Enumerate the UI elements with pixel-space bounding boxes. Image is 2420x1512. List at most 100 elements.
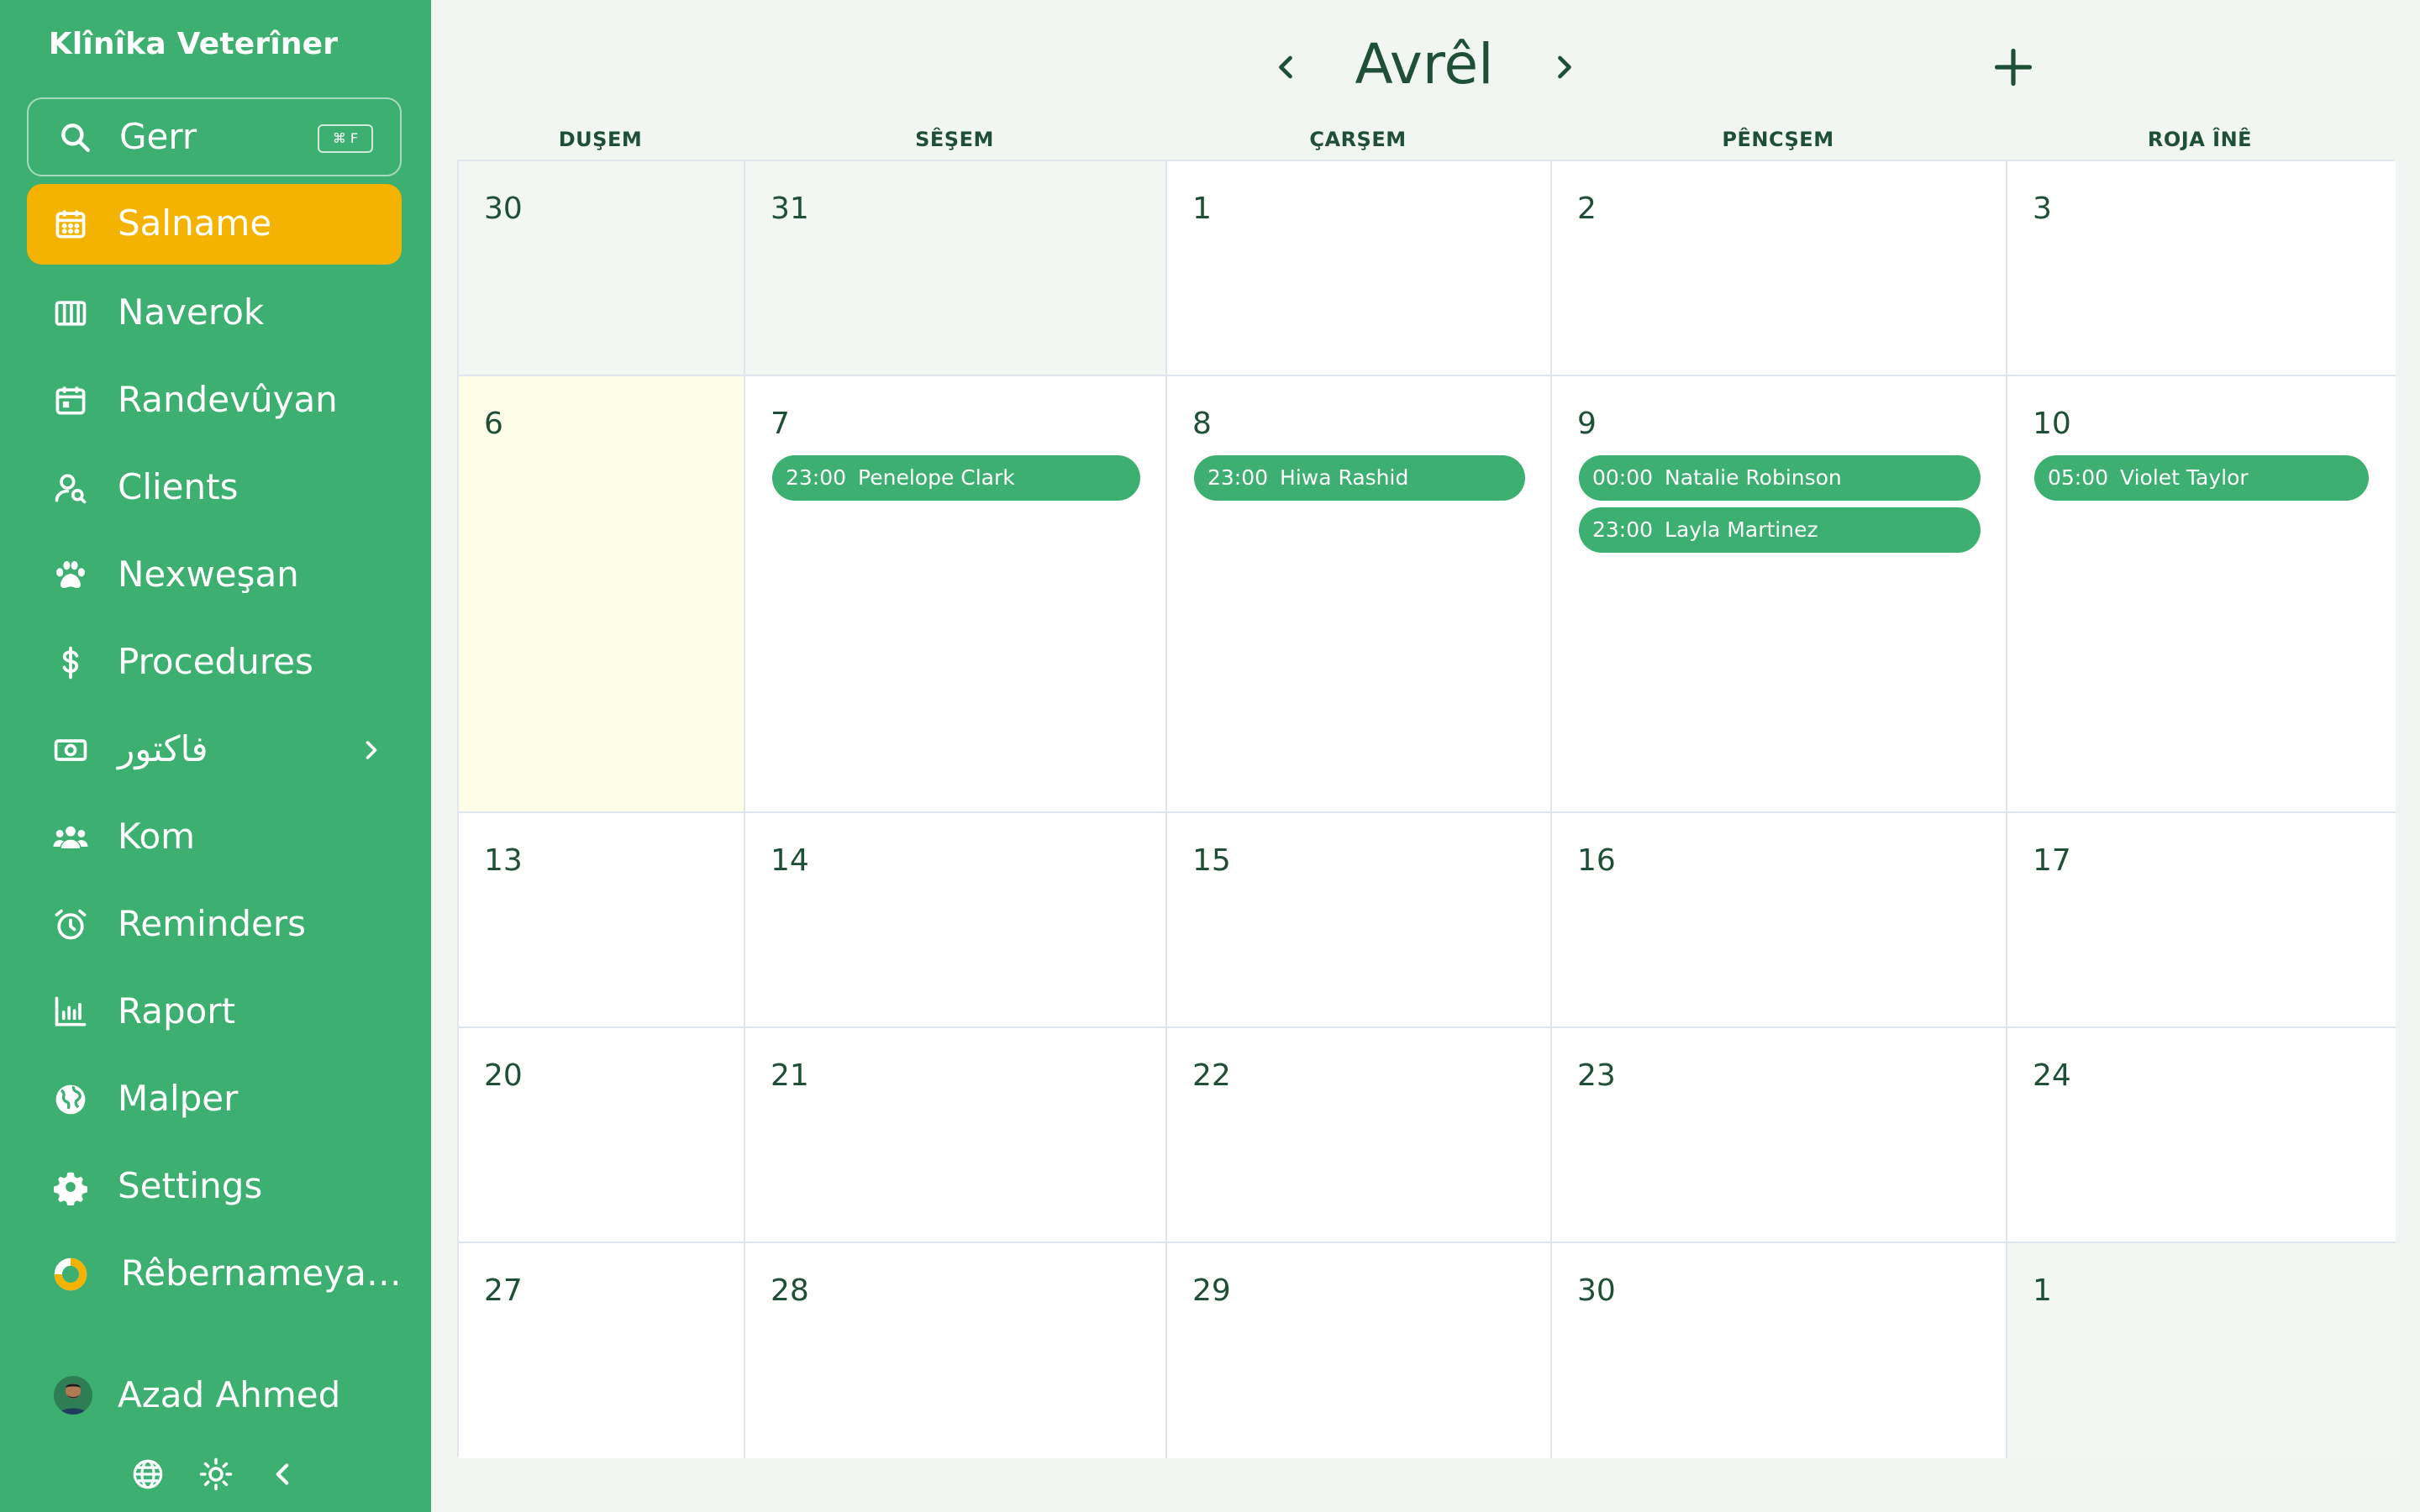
event-client-name: Violet Taylor [2120,465,2249,490]
weekday-label: DUŞEM [558,128,643,151]
sidebar-item-naverok[interactable]: Naverok [27,273,402,354]
day-cell[interactable]: 28 [745,1243,1167,1458]
event-time: 23:00 [1207,465,1269,490]
sidebar-item-label: Nexweşan [118,554,299,595]
sidebar-item-label: Rêbernameya… [121,1252,402,1294]
sidebar-item-salname[interactable]: Salname [27,184,402,265]
paw-icon [56,560,85,588]
day-cell[interactable]: 1 [1167,161,1552,376]
next-month-button[interactable] [1546,49,1583,86]
day-cell[interactable]: 22 [1167,1028,1552,1243]
day-cell[interactable]: 27 [459,1243,745,1458]
user-profile[interactable]: Azad Ahmed [27,1357,402,1433]
day-number: 22 [1192,1058,1231,1093]
sidebar-item-invoices[interactable]: فاکتور [27,710,402,790]
bar-chart-icon [55,996,87,1026]
day-number: 24 [2033,1058,2071,1093]
day-cell[interactable]: 9 00:00 Natalie Robinson 23:00 Layla Martine… [1552,376,2007,813]
day-number: 8 [1192,407,1212,441]
day-cell[interactable]: 6 [459,376,745,813]
day-cell[interactable]: 17 [2007,813,2396,1028]
day-cell[interactable]: 10 05:00 Violet Taylor [2007,376,2396,813]
sidebar-item-guide[interactable]: Rêbernameya… [27,1234,402,1315]
user-name: Azad Ahmed [118,1374,341,1415]
day-cell[interactable]: 13 [459,813,745,1028]
search-shortcut-badge: ⌘ F [318,124,373,153]
sidebar-item-label: Malper [118,1078,239,1119]
sidebar-item-label: Kom [118,816,196,857]
day-cell[interactable]: 2 [1552,161,2007,376]
weekday-label: ÇARŞEM [1309,128,1407,151]
weekday-label: PÊNCŞEM [1722,128,1834,151]
day-cell[interactable]: 21 [745,1028,1167,1243]
day-number: 6 [484,407,503,441]
columns-icon [55,301,87,326]
day-cell[interactable]: 30 [459,161,745,376]
app-title: Klînîka Veterîner [48,27,339,61]
event-client-name: Layla Martinez [1665,517,1818,542]
appointment-event[interactable]: 23:00 Penelope Clark [772,455,1140,501]
sun-icon[interactable] [198,1457,234,1492]
sidebar-item-settings[interactable]: Settings [27,1147,402,1227]
day-cell[interactable]: 8 23:00 Hiwa Rashid [1167,376,1552,813]
sidebar-item-randevuyan[interactable]: Randevûyan [27,360,402,441]
appointment-event[interactable]: 23:00 Layla Martinez [1579,507,1981,553]
sidebar-item-malper[interactable]: Malper [27,1059,402,1140]
day-cell[interactable]: 14 [745,813,1167,1028]
day-number: 10 [2033,407,2071,441]
event-time: 05:00 [2048,465,2109,490]
sidebar-item-label: فاکتور [118,728,208,769]
add-appointment-button[interactable] [1991,45,2035,89]
sidebar: Klînîka Veterîner Gerr ⌘ F Salname Naver… [0,0,431,1512]
gear-icon [53,1172,88,1205]
users-icon [53,826,88,848]
day-cell[interactable]: 15 [1167,813,1552,1028]
weekday-label: SÊŞEM [915,128,994,151]
appointment-event[interactable]: 00:00 Natalie Robinson [1579,455,1981,501]
day-number: 7 [771,407,790,441]
event-client-name: Hiwa Rashid [1280,465,1409,490]
language-globe-icon[interactable] [130,1457,166,1492]
day-cell[interactable]: 24 [2007,1028,2396,1243]
month-title: Avrêl [1355,32,1494,97]
day-cell[interactable]: 16 [1552,813,2007,1028]
day-number: 13 [484,843,523,878]
search-button[interactable]: Gerr ⌘ F [27,97,402,176]
sidebar-item-kom[interactable]: Kom [27,797,402,878]
day-cell[interactable]: 20 [459,1028,745,1243]
day-cell[interactable]: 23 [1552,1028,2007,1243]
calendar-icon [55,210,86,239]
sidebar-item-label: Procedures [118,641,313,682]
appointment-event[interactable]: 05:00 Violet Taylor [2034,455,2369,501]
day-number: 21 [771,1058,809,1093]
event-time: 23:00 [1592,517,1654,542]
globe-icon [55,1084,86,1115]
day-cell[interactable]: 3 [2007,161,2396,376]
day-number: 20 [484,1058,523,1093]
previous-month-button[interactable] [1267,49,1304,86]
event-time: 23:00 [786,465,847,490]
sidebar-item-raport[interactable]: Raport [27,972,402,1053]
sidebar-item-nexwesan[interactable]: Nexweşan [27,535,402,616]
sidebar-item-procedures[interactable]: Procedures [27,622,402,703]
day-number: 17 [2033,843,2071,878]
sidebar-item-label: Naverok [118,291,265,333]
day-cell[interactable]: 7 23:00 Penelope Clark [745,376,1167,813]
sidebar-item-reminders[interactable]: Reminders [27,885,402,965]
day-number: 14 [771,843,809,878]
day-cell[interactable]: 29 [1167,1243,1552,1458]
day-cell[interactable]: 31 [745,161,1167,376]
sidebar-item-label: Settings [118,1165,263,1206]
day-cell[interactable]: 1 [2007,1243,2396,1458]
appointment-event[interactable]: 23:00 Hiwa Rashid [1194,455,1525,501]
day-cell[interactable]: 30 [1552,1243,2007,1458]
chevron-right-icon[interactable] [356,735,387,765]
collapse-chevron-icon[interactable] [265,1457,300,1492]
search-icon [61,123,90,152]
day-number: 3 [2033,192,2052,226]
sidebar-item-clients[interactable]: Clients [27,448,402,528]
day-number: 31 [771,192,809,226]
sidebar-item-label: Salname [118,202,272,244]
avatar [54,1376,92,1415]
search-label: Gerr [119,116,197,157]
